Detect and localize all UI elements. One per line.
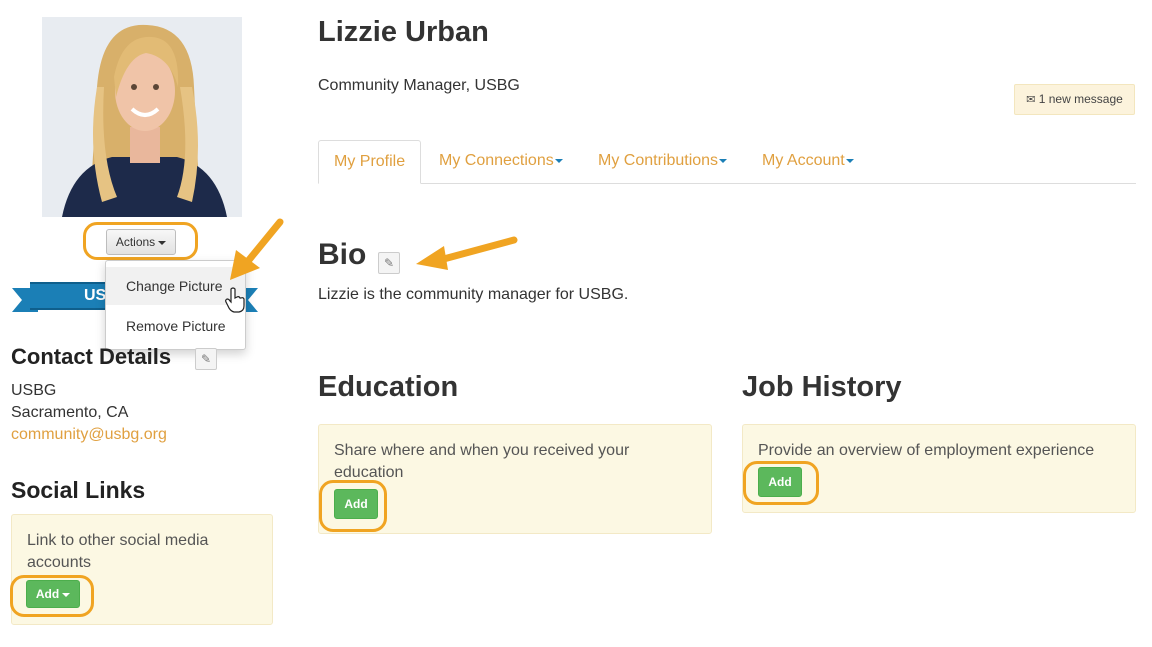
tab-my-profile[interactable]: My Profile — [318, 140, 422, 184]
pencil-icon: ✎ — [200, 352, 212, 366]
social-links-prompt: Link to other social media accounts — [27, 532, 209, 571]
tab-my-account-label: My Account — [762, 152, 845, 169]
job-history-prompt: Provide an overview of employment experi… — [758, 442, 1095, 459]
contact-org: USBG — [11, 382, 57, 399]
caret-down-icon — [554, 158, 563, 163]
bio-heading: Bio — [318, 238, 367, 271]
hand-cursor-icon — [225, 287, 245, 313]
tab-my-account[interactable]: My Account — [762, 140, 854, 184]
tab-my-connections[interactable]: My Connections — [439, 140, 563, 184]
new-message-badge[interactable]: ✉ 1 new message — [1014, 84, 1135, 115]
caret-down-icon — [845, 158, 854, 163]
bio-text: Lizzie is the community manager for USBG… — [318, 286, 629, 303]
social-links-heading: Social Links — [11, 477, 146, 503]
tab-my-profile-label: My Profile — [334, 153, 406, 170]
contact-location: Sacramento, CA — [11, 404, 129, 421]
contact-details-heading: Contact Details — [11, 344, 172, 369]
profile-name: Lizzie Urban — [318, 16, 489, 48]
education-prompt: Share where and when you received your e… — [334, 442, 630, 481]
social-add-button[interactable]: Add — [26, 580, 80, 608]
new-message-text: 1 new message — [1038, 92, 1123, 106]
social-add-label: Add — [35, 587, 60, 601]
tab-my-connections-label: My Connections — [439, 152, 554, 169]
annotation-arrow-icon — [416, 236, 518, 270]
edit-contact-button[interactable]: ✎ — [195, 348, 217, 370]
envelope-icon: ✉ — [1026, 94, 1036, 106]
edit-bio-button[interactable]: ✎ — [378, 252, 400, 274]
education-add-button[interactable]: Add — [334, 489, 378, 519]
caret-down-icon — [158, 240, 167, 245]
pencil-icon: ✎ — [383, 256, 395, 270]
actions-button[interactable]: Actions — [106, 229, 176, 255]
profile-photo-image — [42, 17, 242, 217]
job-history-heading: Job History — [742, 371, 902, 403]
profile-title: Community Manager, USBG — [318, 77, 520, 94]
caret-down-icon — [62, 592, 71, 597]
tab-my-contributions[interactable]: My Contributions — [598, 140, 728, 184]
job-history-add-button[interactable]: Add — [758, 467, 802, 497]
contact-email-link[interactable]: community@usbg.org — [11, 426, 167, 444]
annotation-arrow-icon — [230, 218, 284, 280]
education-heading: Education — [318, 371, 459, 403]
caret-down-icon — [719, 158, 728, 163]
profile-photo — [42, 17, 242, 217]
tab-my-contributions-label: My Contributions — [598, 152, 719, 169]
actions-button-label: Actions — [115, 235, 156, 249]
